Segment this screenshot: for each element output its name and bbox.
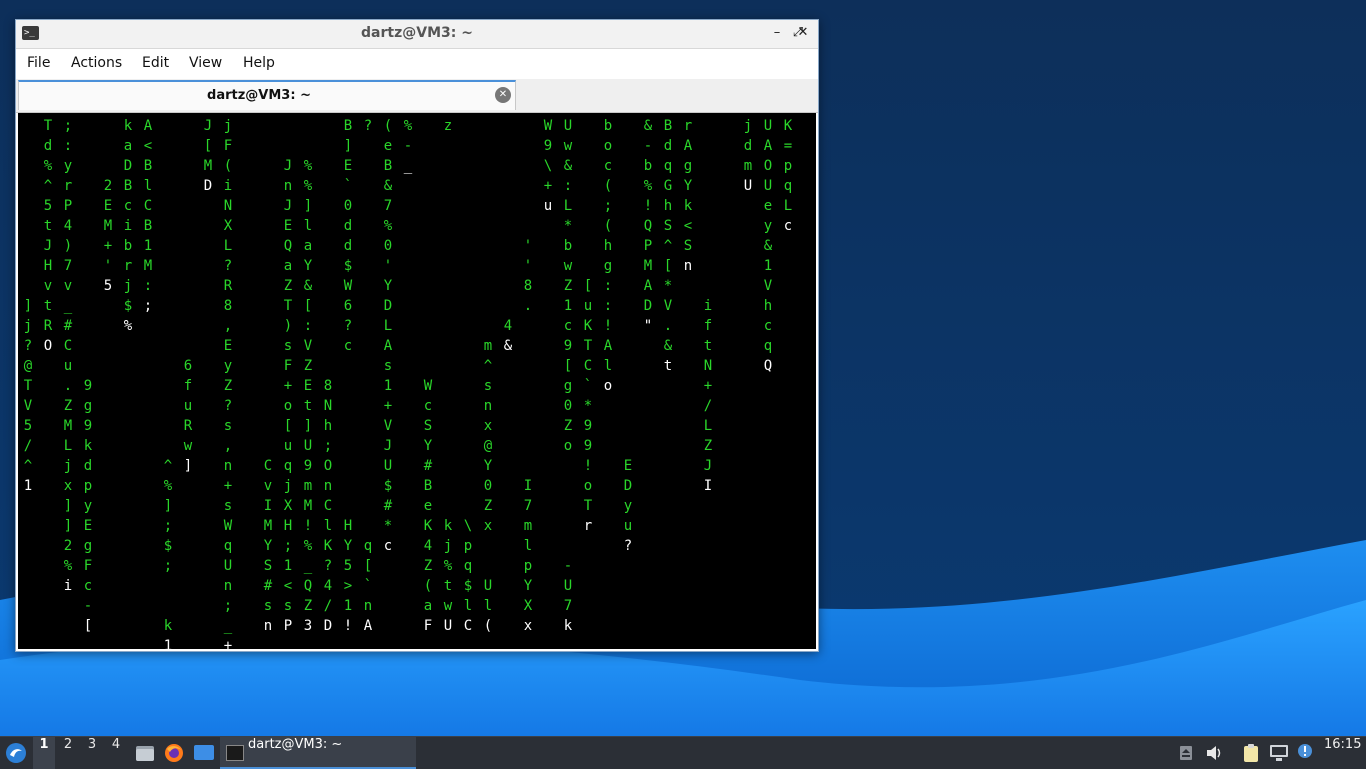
terminal-column: & - b%! Q P M A D " — [643, 118, 653, 334]
terminal-icon — [226, 745, 244, 761]
terminal-column: ;: y r P 4) 7 v _ # Cu. Z M Lj x]] 2% i — [63, 118, 73, 594]
terminal-column: 9 g 9 k d p y Eg Fc -[ — [83, 378, 93, 634]
tab-bar: dartz@VM3: ~ ✕ — [16, 79, 818, 113]
terminal-column — [238, 116, 258, 649]
tab-label: dartz@VM3: ~ — [207, 88, 311, 103]
terminal-column: \ p q $ l C — [463, 518, 473, 634]
workspace-4[interactable]: 4 — [105, 737, 127, 769]
network-icon[interactable] — [1268, 737, 1290, 769]
terminal-column: i f t N + / L Z J I — [703, 298, 713, 494]
terminal-column: Jn J E Qa Z T) s F + o[u q j X H; 1 < s P — [283, 158, 293, 634]
workspace-2[interactable]: 2 — [57, 737, 79, 769]
terminal-column: r Ag Yk < Sn — [683, 118, 693, 274]
terminal-output[interactable]: ] j? @ T V 5/^ 1 Td% ^ 5 t J Hv t R O ;: y r P 4) 7 v _ # Cu. Z M Lj… — [18, 113, 816, 649]
terminal-column: m ^ s n x @ Y 0 Zx Ul( — [483, 338, 493, 634]
tab-close-icon[interactable]: ✕ — [495, 87, 511, 103]
desktop: >_ dartz@VM3: ~ – ⤢ ✕ File Actions Edit … — [0, 0, 1366, 768]
minimize-button[interactable]: – — [768, 24, 786, 42]
terminal-column: b o c(;(h g::! Al o — [603, 118, 613, 394]
terminal-column: U A O Ue y & 1 Vh c q Q — [763, 118, 773, 374]
terminal-column: ? q[` n A — [363, 118, 373, 634]
terminal-column: Wc S Y # Be K 4 Z(a F — [423, 378, 433, 634]
firefox-icon[interactable] — [163, 737, 185, 769]
close-button[interactable]: ✕ — [794, 24, 812, 42]
terminal-column: Td% ^ 5 t J Hv t R O — [43, 118, 53, 354]
menu-view[interactable]: View — [189, 55, 222, 71]
terminal-column — [718, 116, 738, 649]
window-title: dartz@VM3: ~ — [361, 25, 473, 41]
taskbar-terminal-task[interactable]: dartz@VM3: ~ — [220, 737, 416, 769]
terminal-column: ' ' 8. I7mlpYXx — [523, 238, 533, 634]
terminal-column: Cv I M Y S # s n — [263, 458, 273, 634]
terminal-column: E Dy u? — [623, 458, 633, 554]
terminal-column: ] j? @ T V 5/^ 1 — [23, 298, 33, 494]
menu-actions[interactable]: Actions — [71, 55, 122, 71]
terminal-column: [u K T C ` * 9 9! o Tr — [583, 278, 593, 534]
menu-help[interactable]: Help — [243, 55, 275, 71]
file-manager-icon[interactable] — [134, 737, 156, 769]
terminal-column — [798, 116, 816, 649]
terminal-column: 6 f u Rw] — [183, 358, 193, 474]
desktop-icon[interactable] — [192, 737, 216, 769]
terminal-column: W 9 \ + u — [543, 118, 553, 214]
terminal-column: B] E ` 0 d d $ W 6? c H Y 5 >1! — [343, 118, 353, 634]
terminal-column: Bd q Gh S ^[* V. & t — [663, 118, 673, 374]
terminal-column: 4 & — [503, 318, 513, 354]
terminal-column: 8 Nh; On Cl K? 4/D — [323, 378, 333, 634]
volume-icon[interactable] — [1205, 737, 1225, 769]
clipboard-icon[interactable] — [1240, 737, 1262, 769]
terminal-window[interactable]: >_ dartz@VM3: ~ – ⤢ ✕ File Actions Edit … — [15, 19, 819, 652]
workspace-1[interactable]: 1 — [33, 737, 55, 769]
terminal-column: jdmU — [743, 118, 753, 194]
terminal-column: %%] l a Y &[: V Z Et] U 9 m M!% _ Q Z 3 — [303, 158, 313, 634]
terminal-column: k a D Bc i b r j $% — [123, 118, 133, 334]
app-menu-icon[interactable] — [4, 737, 28, 769]
menu-file[interactable]: File — [27, 55, 50, 71]
menu-bar: File Actions Edit View Help — [16, 49, 818, 79]
terminal-column: 2 E M + ' 5 — [103, 178, 113, 294]
taskbar: 1 2 3 4 dartz@VM3: ~ 16:15 — [0, 736, 1366, 769]
notification-icon[interactable] — [1295, 737, 1315, 769]
terminal-column: ^%]; $; k1 — [163, 458, 173, 649]
terminal-column: Uw &: L * b w Z 1 c 9[g 0 Zo -U7k — [563, 118, 573, 634]
clock[interactable]: 16:15 — [1324, 737, 1361, 769]
menu-edit[interactable]: Edit — [142, 55, 169, 71]
eject-icon[interactable] — [1177, 737, 1195, 769]
workspace-3[interactable]: 3 — [81, 737, 103, 769]
terminal-column: A < Bl C B 1 M:; — [143, 118, 153, 314]
terminal-column: j F(i N X L? R 8, Ey Z? s, n + s Wq Un; _ + — [223, 118, 233, 649]
terminal-column: (e B & 7% 0 ' Y D L As 1 + V J U $ # * c — [383, 118, 393, 554]
terminal-column: z k j% t w U — [443, 118, 453, 634]
terminal-column: % - _ — [403, 118, 413, 174]
terminal-column: K = p q Lc — [783, 118, 793, 234]
title-bar[interactable]: >_ dartz@VM3: ~ – ⤢ ✕ — [16, 20, 818, 49]
terminal-column: J[M D — [203, 118, 213, 194]
tab-terminal[interactable]: dartz@VM3: ~ ✕ — [18, 80, 516, 110]
task-label: dartz@VM3: ~ — [248, 737, 343, 752]
